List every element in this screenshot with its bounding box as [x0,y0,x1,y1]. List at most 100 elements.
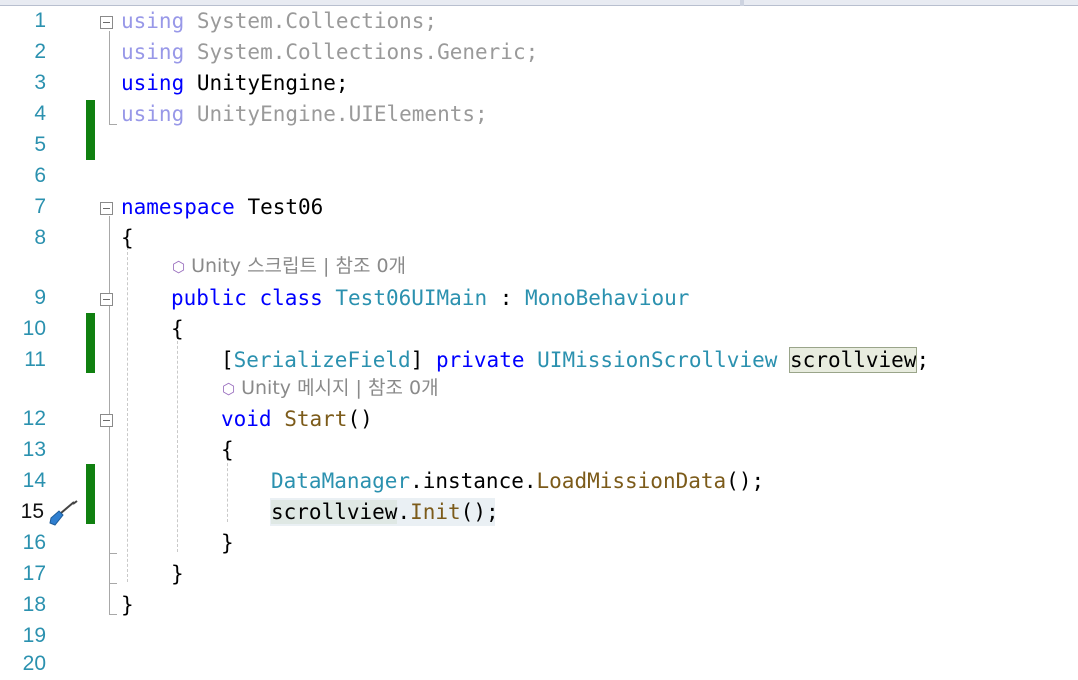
code-text[interactable]: using UnityEngine; [121,68,349,98]
code-token: ] [410,348,424,372]
code-text[interactable]: } [171,559,184,589]
code-line: 9 public class Test06UIMain : MonoBehavi… [0,283,1078,313]
line-number: 6 [34,164,46,187]
code-token: (); [460,500,499,524]
line-number: 10 [22,317,46,340]
code-text[interactable]: using System.Collections.Generic; [121,37,538,67]
code-token: } [121,593,134,617]
code-line: 3 using UnityEngine; [0,68,1078,98]
unity-cube-icon: ⬡ [172,258,186,276]
line-number: 11 [24,348,46,371]
code-token: UnityEngine; [184,71,349,95]
code-line: 17 } [0,559,1078,589]
keyword: using [121,9,185,33]
code-token: { [171,317,184,341]
code-line: 11 [SerializeField] private UIMissionScr… [0,345,1078,375]
type-name: DataManager [271,469,411,493]
code-text[interactable]: } [221,528,234,558]
code-token: () [347,407,373,431]
highlighted-symbol[interactable]: scrollview [789,347,918,373]
codelens-label[interactable]: Unity 스크립트 | 참조 0개 [191,255,406,277]
collapse-minus-icon[interactable] [100,16,113,29]
code-text[interactable]: public class Test06UIMain : MonoBehaviou… [171,283,689,313]
code-token: .instance. [410,469,537,493]
code-text[interactable]: using UnityEngine.UIElements; [121,99,488,129]
codelens-class[interactable]: ⬡ Unity 스크립트 | 참조 0개 [172,252,406,281]
code-token: } [221,531,234,555]
keyword: public [171,286,247,310]
type-name: Test06UIMain [335,286,488,310]
screwdriver-pin-icon[interactable] [46,500,78,526]
code-text[interactable]: namespace Test06 [121,192,323,222]
line-number: 9 [34,286,46,309]
code-line: 5 [0,130,1078,160]
code-line: 14 DataManager.instance.LoadMissionData(… [0,466,1078,496]
code-line-current: 15 scrollview.Init(); [0,497,1078,527]
code-token: System.Collections; [184,9,438,33]
code-token: UnityEngine.UIElements; [184,102,488,126]
line-number: 13 [22,438,46,461]
highlighted-reference[interactable]: scrollview [271,500,398,524]
code-editor[interactable]: 1 using System.Collections; 2 using Syst… [0,6,1078,680]
method-name: Init [410,500,461,524]
code-line: 10 { [0,314,1078,344]
line-number: 3 [34,71,46,94]
code-token: { [221,438,234,462]
code-text[interactable]: { [171,314,184,344]
keyword: namespace [121,195,235,219]
code-line: 8 { [0,223,1078,253]
code-line: 4 using UnityEngine.UIElements; [0,99,1078,129]
code-token: Test06 [234,195,324,219]
code-text[interactable]: DataManager.instance.LoadMissionData(); [271,466,764,496]
unity-cube-icon: ⬡ [222,380,236,398]
line-number: 20 [22,652,46,675]
code-text[interactable]: void Start() [221,404,373,434]
code-text[interactable]: [SerializeField] private UIMissionScroll… [221,345,929,375]
code-token: : [487,286,526,310]
code-line: 2 using System.Collections.Generic; [0,37,1078,67]
code-line: 19 [0,621,1078,651]
line-number: 16 [22,531,46,554]
line-number: 4 [34,102,46,125]
code-token: } [171,562,184,586]
codelens-label[interactable]: Unity 메시지 | 참조 0개 [241,377,438,399]
line-number: 15 [20,500,44,523]
code-token: System.Collections.Generic; [184,40,539,64]
code-text[interactable]: { [121,223,134,253]
code-line: 1 using System.Collections; [0,6,1078,36]
line-number: 18 [22,593,46,616]
code-line: 16 } [0,528,1078,558]
type-name: SerializeField [233,348,411,372]
code-token: [ [221,348,234,372]
collapse-minus-icon[interactable] [100,202,113,215]
code-line: 7 namespace Test06 [0,192,1078,222]
code-line: 20 [0,649,1078,679]
code-text[interactable]: scrollview.Init(); [271,497,499,527]
line-number: 19 [22,624,46,647]
code-line: 18 } [0,590,1078,620]
code-text[interactable]: } [121,590,134,620]
keyword: void [221,407,272,431]
collapse-minus-icon[interactable] [100,414,113,427]
collapse-minus-icon[interactable] [100,293,113,306]
line-number: 5 [34,133,46,156]
keyword: using [121,102,185,126]
code-text[interactable]: { [221,435,234,465]
type-name: MonoBehaviour [525,286,690,310]
keyword: using [121,71,185,95]
code-text[interactable]: using System.Collections; [121,6,437,36]
method-name: LoadMissionData [536,469,727,493]
code-line: 12 void Start() [0,404,1078,434]
codelens-method[interactable]: ⬡ Unity 메시지 | 참조 0개 [222,374,439,403]
line-number: 1 [34,9,46,32]
line-number: 7 [34,195,46,218]
code-line: 13 { [0,435,1078,465]
code-token: . [397,500,411,524]
line-number: 8 [34,226,46,249]
line-number: 14 [22,469,46,492]
